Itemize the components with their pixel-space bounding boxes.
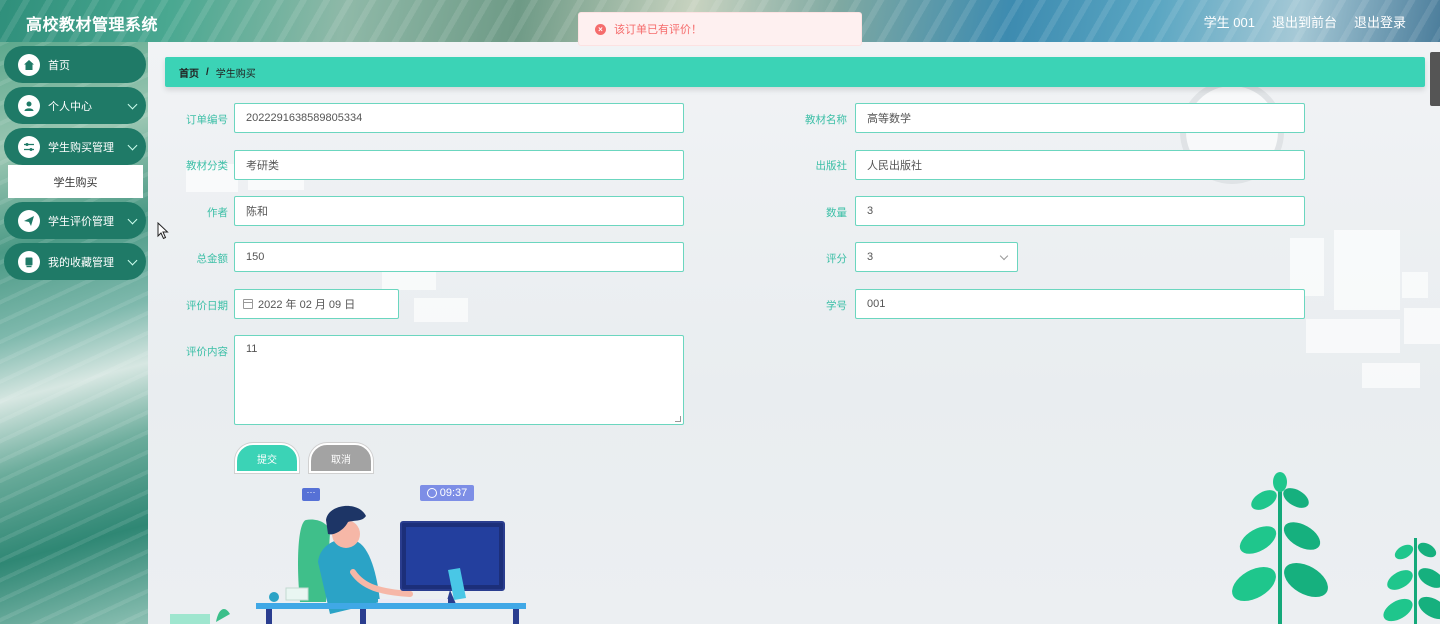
chat-bubble-icon: ···: [302, 488, 320, 501]
mouse-cursor-icon: [157, 222, 169, 240]
main-content: 首页 / 学生购买 订单编号 2022291638589805334 教材名称 …: [148, 42, 1440, 624]
chevron-down-icon: [127, 255, 138, 266]
error-icon: ×: [595, 23, 606, 35]
sidebar-item-label: 学生购买管理: [48, 141, 114, 154]
sidebar-item-label: 首页: [48, 59, 70, 72]
plant-decoration: [1383, 538, 1440, 624]
sidebar-item-purchase[interactable]: 学生购买管理: [4, 128, 146, 165]
toast-message: 该订单已有评价！: [614, 24, 702, 36]
chevron-down-icon: [127, 99, 138, 110]
sidebar-item-label: 个人中心: [48, 100, 92, 113]
plant-decoration: [1232, 472, 1328, 624]
user-icon: [18, 94, 40, 117]
error-toast: × 该订单已有评价！: [578, 12, 862, 46]
time-text: 09:37: [439, 487, 468, 499]
sidebar-item-label: 学生评价管理: [48, 215, 114, 228]
side-scroll-handle[interactable]: [1430, 52, 1440, 106]
sidebar-item-home[interactable]: 首页: [4, 46, 146, 83]
home-icon: [18, 53, 40, 76]
time-badge: 09:37: [420, 485, 474, 501]
send-icon: [18, 209, 40, 232]
sidebar-subitem-student-purchase[interactable]: 学生购买: [8, 165, 143, 198]
sidebar-item-favorites[interactable]: 我的收藏管理: [4, 243, 146, 280]
sidebar-item-label: 我的收藏管理: [48, 256, 114, 269]
office-illustration: [170, 472, 1440, 624]
sidebar-item-profile[interactable]: 个人中心: [4, 87, 146, 124]
chevron-down-icon: [127, 140, 138, 151]
sidebar-item-review[interactable]: 学生评价管理: [4, 202, 146, 239]
app-title: 高校教材管理系统: [26, 17, 159, 34]
clock-icon: [426, 488, 437, 498]
back-to-front-link[interactable]: 退出到前台: [1272, 12, 1337, 31]
header-actions: 学生 001 退出到前台 退出登录: [1204, 12, 1406, 31]
chevron-down-icon: [127, 214, 138, 225]
current-user-label: 学生 001: [1203, 15, 1255, 30]
bookmark-icon: [18, 250, 40, 273]
sidebar: 首页 个人中心 学生购买管理 学生购买 学生评价管理 我的收藏管理: [0, 42, 148, 624]
logout-link[interactable]: 退出登录: [1354, 12, 1406, 31]
sliders-icon: [18, 135, 40, 158]
